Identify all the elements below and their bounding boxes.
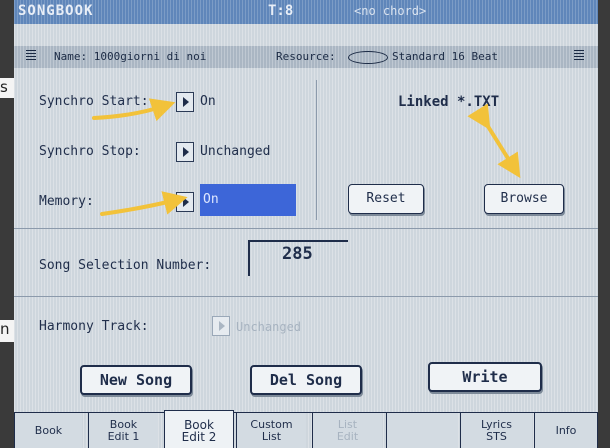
annotation-overlay <box>92 98 521 216</box>
annotation-arrow-memory <box>100 191 188 216</box>
annotation-arrow-linked-browse <box>467 103 521 179</box>
edge-text-top: s <box>0 78 14 98</box>
annotation-arrow-synchro-start <box>92 98 176 122</box>
songbook-screen: SONGBOOK T:8 <no chord> Name: 1000giorni… <box>14 0 598 448</box>
edge-text-bottom: n <box>0 320 14 342</box>
